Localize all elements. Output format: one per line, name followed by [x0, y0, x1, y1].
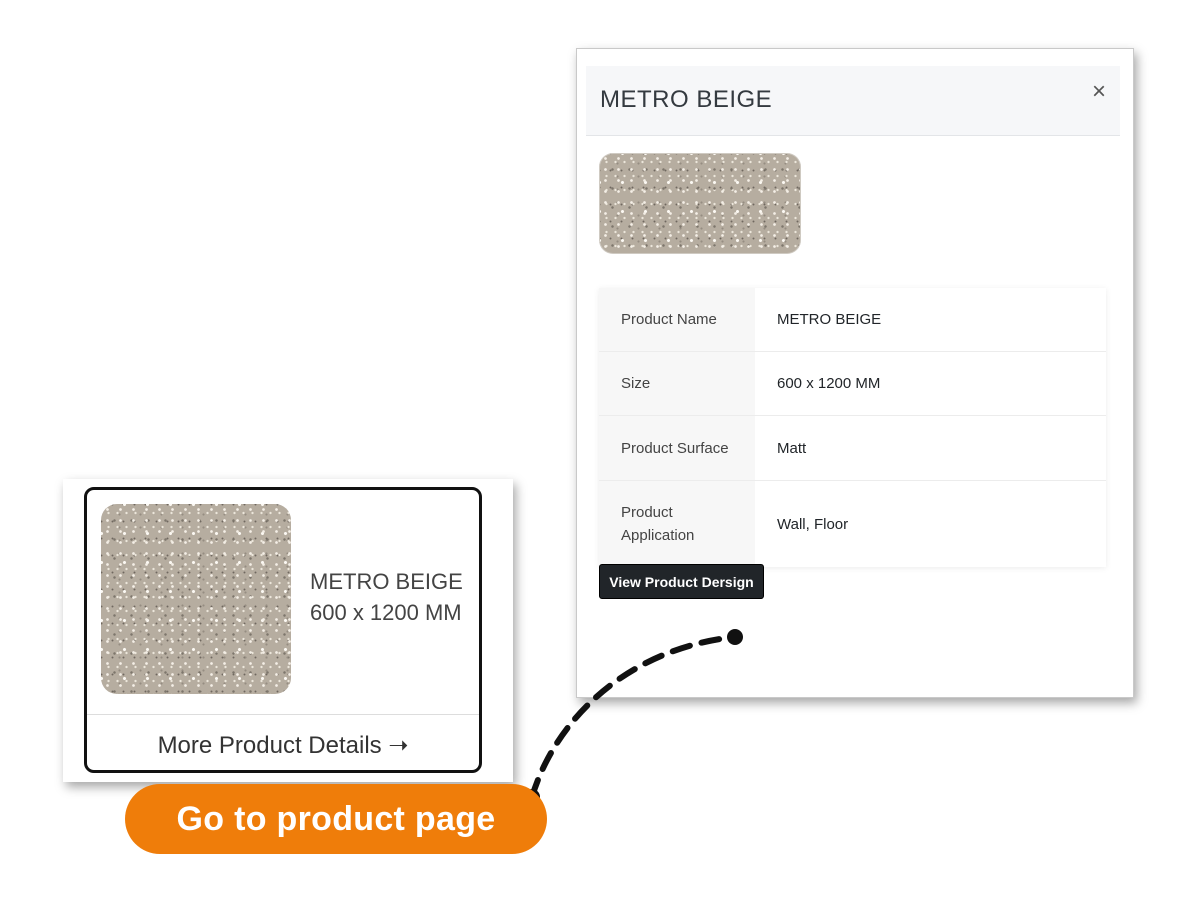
view-product-design-button[interactable]: View Product Dersign	[599, 564, 764, 599]
modal-title: METRO BEIGE	[600, 86, 773, 113]
spec-row-product-surface: Product Surface Matt	[599, 416, 1106, 481]
product-card-image	[101, 504, 291, 694]
product-thumbnail	[599, 153, 801, 254]
spec-label: Product Surface	[599, 416, 755, 480]
spec-label: Size	[599, 352, 755, 415]
spec-value: Matt	[777, 439, 807, 457]
spec-value: 600 x 1200 MM	[777, 375, 881, 392]
more-product-details-link[interactable]: More Product Details ➝	[87, 731, 479, 760]
spec-value: Wall, Floor	[777, 515, 849, 533]
modal-header: METRO BEIGE ×	[586, 66, 1120, 136]
spec-label: Product Name	[599, 288, 755, 351]
spec-label: Product Application	[599, 481, 755, 567]
spec-value: METRO BEIGE	[777, 311, 882, 328]
product-card-name: METRO BEIGE	[310, 569, 463, 594]
product-card-frame: METRO BEIGE 600 x 1200 MM More Product D…	[63, 479, 513, 782]
spec-table: Product Name METRO BEIGE Size 600 x 1200…	[599, 288, 1106, 567]
product-card[interactable]: METRO BEIGE 600 x 1200 MM More Product D…	[84, 487, 482, 773]
spec-row-size: Size 600 x 1200 MM	[599, 352, 1106, 416]
go-to-product-page-callout: Go to product page	[125, 784, 547, 854]
spec-row-product-name: Product Name METRO BEIGE	[599, 288, 1106, 352]
product-card-size: 600 x 1200 MM	[310, 600, 462, 625]
card-divider	[87, 714, 479, 715]
product-modal: METRO BEIGE × Product Name METRO BEIGE S…	[576, 48, 1134, 698]
spec-row-product-application: Product Application Wall, Floor	[599, 481, 1106, 567]
close-icon[interactable]: ×	[1092, 80, 1106, 104]
